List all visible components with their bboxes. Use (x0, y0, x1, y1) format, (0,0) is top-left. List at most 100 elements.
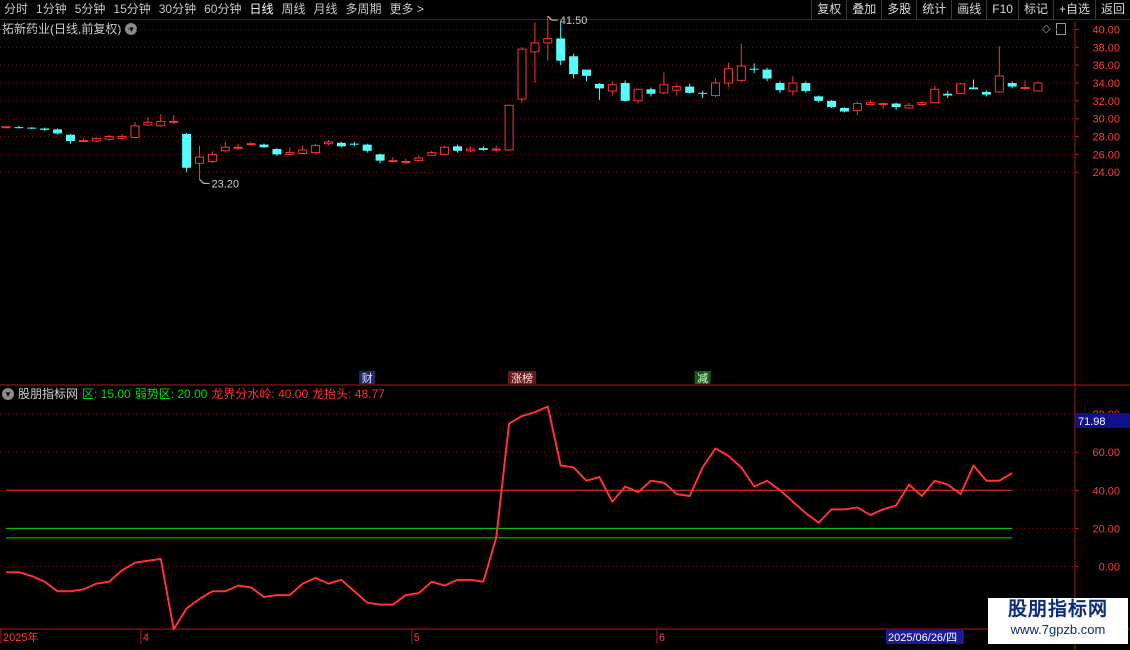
candle-body (362, 144, 372, 151)
candle (1033, 81, 1043, 92)
candle-body (349, 143, 359, 145)
candle-body (427, 152, 437, 156)
candle (852, 101, 862, 116)
multi-stock-button[interactable]: 多股 (881, 0, 916, 20)
candle (891, 102, 901, 110)
x-axis-label: 6 (659, 632, 665, 644)
watermark-logo: 股朋指标网 www.7gpzb.com (988, 598, 1128, 644)
candle (994, 46, 1004, 93)
chevron-down-icon[interactable]: ▾ (125, 23, 138, 35)
candle-body (749, 68, 759, 70)
candle-body (865, 102, 875, 105)
back-button[interactable]: 返回 (1094, 0, 1130, 20)
candle (736, 43, 746, 83)
candle-body (930, 88, 940, 104)
candle-body (298, 149, 308, 154)
candle-body (156, 120, 166, 127)
candle (659, 72, 669, 95)
candle-body (1, 126, 11, 129)
tab-1min[interactable]: 1分钟 (32, 0, 71, 20)
candle (336, 141, 346, 148)
candle-body (956, 83, 966, 95)
adjust-price-button[interactable]: 复权 (811, 0, 846, 20)
tab-intraday[interactable]: 分时 (0, 0, 32, 20)
candle-body (117, 136, 127, 139)
tab-multi-period[interactable]: 多周期 (342, 0, 386, 20)
price-annotations: 41.5023.20 (199, 15, 587, 190)
candle (917, 100, 927, 107)
candle (517, 47, 527, 103)
price-axis-ticks: 40.00 38.00 36.00 34.00 32.00 30.00 28.00 26.00… (1075, 25, 1120, 179)
candle-body (53, 129, 63, 134)
toolbar: 分时 1分钟 5分钟 15分钟 30分钟 60分钟 日线 周线 月线 多周期 更… (0, 0, 1130, 20)
candle-body (40, 128, 50, 130)
watermark-title: 股朋指标网 (1007, 599, 1108, 620)
price-tick-label: 30.00 (1092, 114, 1120, 126)
candle (117, 133, 127, 141)
candle-body (633, 88, 643, 102)
add-watchlist-button[interactable]: +自选 (1052, 0, 1095, 20)
price-tick-label: 26.00 (1092, 149, 1120, 161)
mark-button[interactable]: 标记 (1017, 0, 1053, 20)
candle (801, 81, 811, 93)
x-axis-label: 4 (143, 632, 149, 644)
price-tick-label: 32.00 (1092, 96, 1120, 108)
candle-body (917, 102, 927, 105)
candle-body (311, 144, 321, 154)
candle (530, 22, 540, 84)
candle-body (736, 65, 746, 81)
candle (27, 127, 37, 130)
candle (195, 145, 204, 180)
tab-more[interactable]: 更多 > (386, 0, 428, 20)
candle (401, 158, 411, 164)
x-axis: 2025年 4 5 6 2025/06/26/四 (0, 629, 964, 644)
candle-body (723, 68, 733, 84)
candle (220, 141, 230, 152)
candle-body (478, 148, 488, 150)
candle (633, 88, 643, 104)
candle (311, 143, 321, 155)
dragon-head-line (6, 405, 1013, 631)
candle-body (504, 104, 514, 151)
candle (904, 102, 914, 109)
candle-body (878, 103, 888, 106)
candle (594, 83, 604, 100)
candle-body (801, 83, 811, 92)
price-gridlines (0, 29, 1075, 173)
chevron-down-icon[interactable]: ▾ (2, 388, 14, 400)
candle (298, 145, 308, 155)
f10-button[interactable]: F10 (986, 0, 1018, 20)
price-tick-label: 36.00 (1092, 60, 1120, 72)
tab-weekly[interactable]: 周线 (277, 0, 309, 20)
statistics-button[interactable]: 统计 (916, 0, 951, 20)
chart-frame (0, 21, 1130, 650)
candle-body (453, 146, 462, 151)
candle-body (388, 160, 398, 163)
candle-body (233, 146, 243, 149)
tab-60min[interactable]: 60分钟 (200, 0, 245, 20)
tab-daily[interactable]: 日线 (245, 0, 277, 20)
candle (827, 99, 837, 108)
candle (207, 151, 217, 164)
candle (156, 114, 166, 127)
overlay-button[interactable]: 叠加 (846, 0, 881, 20)
tab-5min[interactable]: 5分钟 (71, 0, 110, 20)
candle-body (272, 149, 282, 155)
candle-body (324, 141, 333, 145)
stock-title: 拓新药业(日线,前复权) (2, 22, 122, 36)
diamond-icon[interactable]: ◇ (1042, 23, 1050, 35)
tab-monthly[interactable]: 月线 (310, 0, 342, 20)
candle (259, 143, 269, 149)
candle-body (440, 146, 450, 155)
draw-line-button[interactable]: 画线 (951, 0, 986, 20)
candle-body (594, 83, 604, 89)
candle (556, 22, 566, 66)
tab-30min[interactable]: 30分钟 (155, 0, 200, 20)
candle-body (646, 89, 656, 94)
candle (646, 87, 656, 97)
candle-body (711, 82, 720, 97)
candle (607, 81, 617, 96)
panel-toggle-icon[interactable] (1056, 23, 1067, 35)
x-axis-label: 2025年 (3, 630, 38, 644)
tab-15min[interactable]: 15分钟 (109, 0, 154, 20)
